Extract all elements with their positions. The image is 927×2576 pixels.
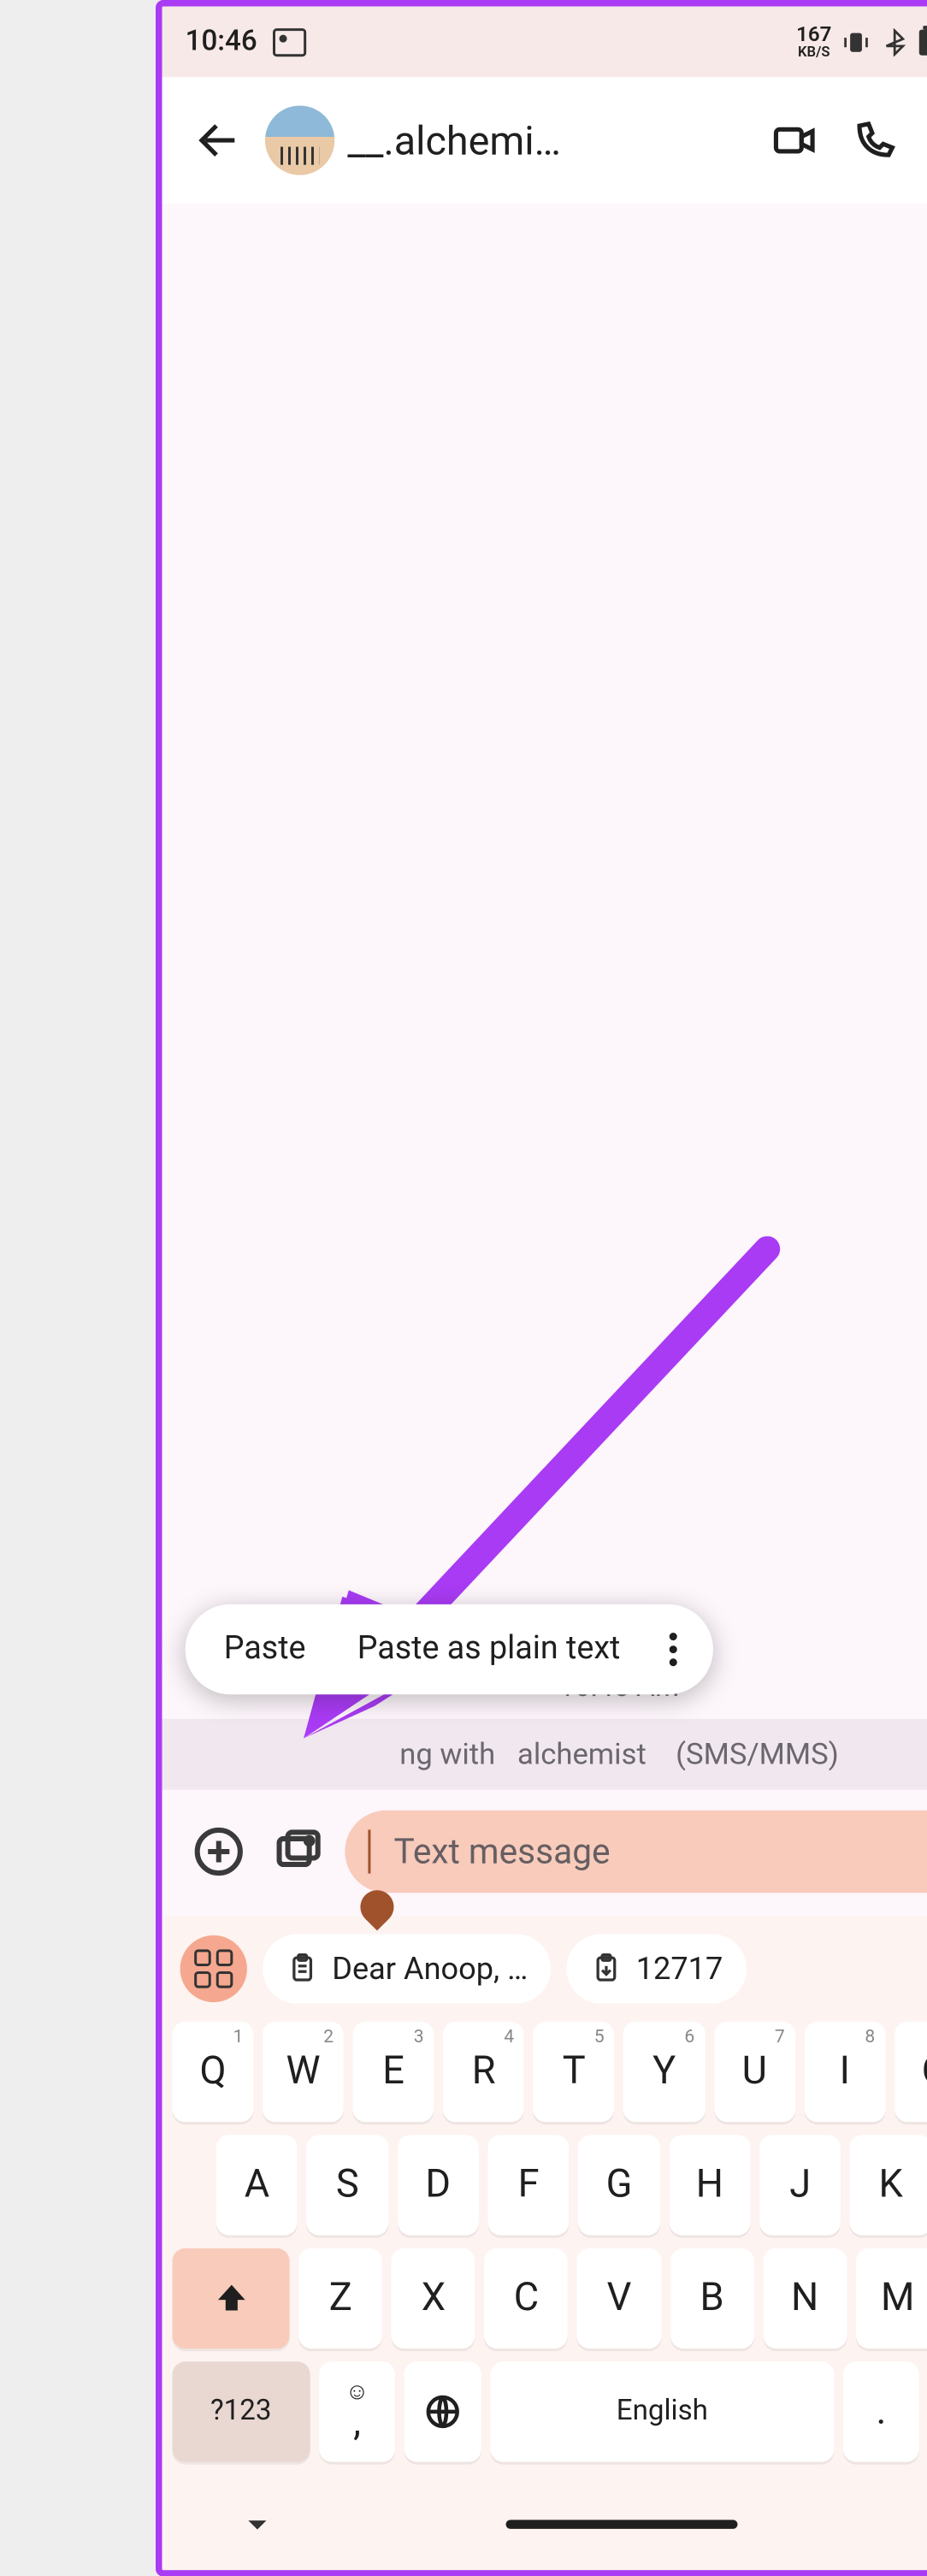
key-a[interactable]: A xyxy=(216,2135,298,2235)
message-input[interactable]: Text message xyxy=(345,1811,927,1893)
key-z[interactable]: Z xyxy=(298,2248,382,2349)
arrow-left-icon xyxy=(198,119,242,162)
key-m[interactable]: M xyxy=(856,2248,927,2349)
status-time: 10:46 xyxy=(186,26,257,58)
language-key[interactable] xyxy=(404,2361,481,2461)
symbols-key[interactable]: ?123 xyxy=(173,2361,310,2461)
suggestion-row: Dear Anoop, … 12717 xyxy=(173,1929,927,2008)
plus-circle-icon xyxy=(193,1826,245,1877)
bluetooth-icon xyxy=(881,27,909,56)
status-bar: 10:46 167 KB/S ! ⚡ xyxy=(162,7,927,78)
key-x[interactable]: X xyxy=(392,2248,475,2349)
key-c[interactable]: C xyxy=(484,2248,568,2349)
chat-info-banner: ng with alchemist (SMS/MMS) xyxy=(162,1719,927,1790)
key-f[interactable]: F xyxy=(487,2135,569,2235)
add-button[interactable] xyxy=(186,1818,252,1885)
key-t[interactable]: T5 xyxy=(534,2022,615,2122)
key-e[interactable]: E3 xyxy=(353,2022,434,2122)
clipboard-paste-icon xyxy=(590,1952,623,1985)
comma-key[interactable]: ☺ , xyxy=(318,2361,395,2461)
nav-bar xyxy=(162,2480,927,2570)
nav-collapse-button[interactable] xyxy=(239,2507,275,2543)
image-icon xyxy=(273,27,306,56)
keyboard-apps-button[interactable] xyxy=(180,1935,247,2002)
call-button[interactable] xyxy=(839,105,908,174)
video-icon xyxy=(772,119,816,162)
key-s[interactable]: S xyxy=(307,2135,388,2235)
chat-area: 10:45 AM ng with alchemist (SMS/MMS) Pas… xyxy=(162,204,927,1790)
key-o[interactable]: O9 xyxy=(895,2022,927,2122)
device-frame: 10:46 167 KB/S ! ⚡ __.alchemi… xyxy=(156,0,927,2576)
keyboard: Dear Anoop, … 12717 Q1W2E3R4T5Y6U7I8O9P0… xyxy=(162,1916,927,2479)
gallery-icon xyxy=(273,1826,324,1877)
clipboard-suggestion-1[interactable]: Dear Anoop, … xyxy=(263,1934,551,2003)
key-h[interactable]: H xyxy=(669,2135,750,2235)
key-b[interactable]: B xyxy=(670,2248,754,2349)
context-menu: Paste Paste as plain text xyxy=(186,1604,713,1694)
key-j[interactable]: J xyxy=(759,2135,841,2235)
key-row-4: ?123 ☺ , English . xyxy=(173,2361,927,2461)
key-i[interactable]: I8 xyxy=(804,2022,885,2122)
back-button[interactable] xyxy=(186,105,255,174)
key-y[interactable]: Y6 xyxy=(623,2022,705,2122)
key-k[interactable]: K xyxy=(850,2135,927,2235)
phone-icon xyxy=(853,119,896,162)
key-g[interactable]: G xyxy=(578,2135,659,2235)
shift-icon xyxy=(213,2280,249,2316)
video-call-button[interactable] xyxy=(759,105,829,174)
key-u[interactable]: U7 xyxy=(714,2022,795,2122)
key-q[interactable]: Q1 xyxy=(173,2022,254,2122)
nav-home-pill[interactable] xyxy=(505,2520,737,2530)
compose-bar: Text message xyxy=(162,1790,927,1917)
key-w[interactable]: W2 xyxy=(263,2022,344,2122)
key-row-2: ASDFGHJKL xyxy=(173,2135,927,2235)
space-key[interactable]: English xyxy=(491,2361,834,2461)
gallery-button[interactable] xyxy=(265,1818,332,1885)
contact-name[interactable]: __.alchemi… xyxy=(347,116,561,164)
paste-option[interactable]: Paste xyxy=(198,1631,332,1669)
context-more-button[interactable] xyxy=(646,1633,700,1666)
key-n[interactable]: N xyxy=(763,2248,847,2349)
key-d[interactable]: D xyxy=(398,2135,479,2235)
add-person-button[interactable] xyxy=(919,105,927,174)
paste-plain-option[interactable]: Paste as plain text xyxy=(332,1631,647,1669)
shift-key[interactable] xyxy=(173,2248,290,2349)
network-speed: 167 KB/S xyxy=(796,25,831,60)
clipboard-icon xyxy=(286,1952,319,1985)
vibrate-icon xyxy=(841,27,870,56)
globe-icon xyxy=(424,2392,463,2431)
key-v[interactable]: V xyxy=(577,2248,661,2349)
key-row-1: Q1W2E3R4T5Y6U7I8O9P0 xyxy=(173,2022,927,2122)
app-bar: __.alchemi… xyxy=(162,77,927,204)
key-row-3: ZXCVBNM xyxy=(173,2248,927,2349)
message-placeholder: Text message xyxy=(394,1831,912,1872)
grid-icon xyxy=(194,1949,233,1988)
contact-avatar[interactable] xyxy=(265,105,334,174)
period-key[interactable]: . xyxy=(842,2361,919,2461)
text-cursor xyxy=(368,1829,370,1873)
clipboard-suggestion-2[interactable]: 12717 xyxy=(566,1934,746,2003)
battery-icon xyxy=(919,29,927,55)
key-r[interactable]: R4 xyxy=(443,2022,524,2122)
